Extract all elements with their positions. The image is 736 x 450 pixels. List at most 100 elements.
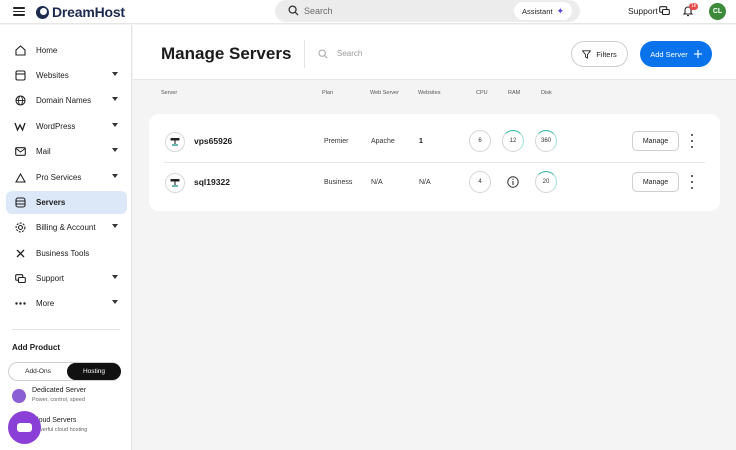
chat-icon[interactable]	[659, 6, 670, 16]
chevron-down-icon	[112, 97, 118, 101]
add-product-toggle: Add-Ons Hosting	[8, 362, 121, 381]
more-options-icon[interactable]	[690, 134, 694, 148]
server-name[interactable]: sql19322	[194, 177, 230, 187]
page-title: Manage Servers	[161, 44, 292, 63]
sidebar-item-billing-account[interactable]: Billing & Account	[6, 216, 127, 239]
sidebar-item-label: Domain Names	[36, 96, 92, 105]
sparkle-icon: ✦	[556, 5, 564, 16]
server-websites[interactable]: 1	[419, 138, 423, 145]
sidebar-divider	[12, 329, 120, 330]
column-header-cpu: CPU	[476, 90, 488, 96]
chat-icon	[14, 273, 26, 285]
more-options-icon[interactable]	[690, 175, 694, 189]
sidebar-item-label: More	[36, 299, 55, 308]
page-header: Manage Servers Search Filters Add Server	[133, 25, 736, 80]
notification-badge: 1k	[689, 3, 699, 10]
table-row: sql19322 Business N/A N/A 4 20 Manage	[149, 162, 720, 203]
manage-button[interactable]: Manage	[632, 131, 679, 151]
column-header-websites: Websites	[418, 90, 441, 96]
chat-bubble-icon	[17, 423, 32, 432]
chevron-down-icon	[112, 72, 118, 76]
sidebar-item-websites[interactable]: Websites	[6, 64, 127, 87]
add-server-button[interactable]: Add Server	[640, 41, 712, 67]
pro-services-icon	[14, 172, 26, 184]
info-icon[interactable]	[507, 176, 519, 188]
sidebar-item-servers[interactable]: Servers	[6, 191, 127, 214]
cpu-gauge: 6	[469, 130, 491, 152]
manage-button[interactable]: Manage	[632, 172, 679, 192]
add-server-label: Add Server	[650, 49, 688, 59]
hamburger-menu-icon[interactable]	[13, 7, 25, 16]
tools-icon	[14, 248, 26, 260]
support-link[interactable]: Support	[628, 6, 658, 16]
logo[interactable]: DreamHost	[36, 4, 125, 20]
product-title: Dedicated Server	[32, 387, 87, 394]
sidebar-item-label: Billing & Account	[36, 223, 96, 232]
gear-icon	[14, 222, 26, 234]
server-icon	[165, 132, 185, 152]
sidebar-item-domain-names[interactable]: Domain Names	[6, 89, 127, 112]
browser-icon	[14, 70, 26, 82]
home-icon	[14, 45, 26, 57]
server-name[interactable]: vps65926	[194, 136, 232, 146]
assistant-label: Assistant	[522, 6, 553, 16]
disk-gauge: 360	[535, 130, 557, 152]
cpu-gauge: 4	[469, 171, 491, 193]
chevron-down-icon	[112, 300, 118, 304]
sidebar-item-label: Business Tools	[36, 249, 90, 258]
chevron-down-icon	[112, 275, 118, 279]
add-product-heading: Add Product	[12, 343, 60, 352]
column-header-server: Server	[161, 90, 178, 96]
wordpress-icon	[14, 121, 26, 133]
top-bar: DreamHost Search Assistant ✦ Support 1k …	[0, 0, 736, 24]
dreamhost-logo-icon	[36, 5, 49, 19]
chevron-down-icon	[112, 174, 118, 178]
sidebar-item-label: Home	[36, 46, 58, 55]
search-icon	[288, 5, 299, 16]
plus-icon	[693, 50, 702, 58]
sidebar: Home Websites Domain Names WordPress Mai…	[0, 25, 132, 450]
ram-gauge: 12	[502, 130, 524, 152]
sidebar-item-label: Websites	[36, 71, 69, 80]
sidebar-item-pro-services[interactable]: Pro Services	[6, 166, 127, 189]
tab-hosting[interactable]: Hosting	[67, 363, 121, 380]
avatar[interactable]: CL	[709, 3, 726, 20]
sidebar-item-more[interactable]: More	[6, 292, 127, 315]
mail-icon	[14, 146, 26, 158]
sidebar-item-business-tools[interactable]: Business Tools	[6, 242, 127, 265]
server-search-input[interactable]: Search	[337, 49, 362, 58]
column-header-plan: Plan	[322, 90, 334, 96]
sidebar-item-wordpress[interactable]: WordPress	[6, 115, 127, 138]
server-websites: N/A	[419, 179, 431, 186]
product-subtitle: Power, control, speed	[32, 397, 85, 403]
filters-label: Filters	[596, 49, 617, 59]
database-icon	[14, 197, 26, 209]
global-search-input[interactable]: Search Assistant ✦	[275, 0, 580, 22]
filters-button[interactable]: Filters	[571, 41, 628, 67]
sidebar-item-support[interactable]: Support	[6, 267, 127, 290]
server-plan: Business	[324, 179, 353, 186]
global-search-placeholder: Search	[304, 6, 333, 16]
column-header-web-server: Web Server	[370, 90, 399, 96]
chevron-down-icon	[112, 224, 118, 228]
tab-add-ons[interactable]: Add-Ons	[9, 363, 67, 380]
column-header-disk: Disk	[541, 90, 552, 96]
table-row: vps65926 Premier Apache 1 6 12 360 Manag…	[149, 121, 720, 162]
sidebar-item-home[interactable]: Home	[6, 39, 127, 62]
chevron-down-icon	[112, 148, 118, 152]
sidebar-item-mail[interactable]: Mail	[6, 140, 127, 163]
servers-table: vps65926 Premier Apache 1 6 12 360 Manag…	[149, 114, 720, 211]
header-divider	[304, 40, 305, 68]
sidebar-item-label: Servers	[36, 198, 66, 207]
server-plan: Premier	[324, 138, 349, 145]
server-icon	[165, 173, 185, 193]
server-web-server: Apache	[371, 138, 395, 145]
more-icon	[14, 298, 26, 310]
sidebar-item-label: Pro Services	[36, 173, 82, 182]
logo-text: DreamHost	[52, 4, 125, 20]
product-dedicated-server[interactable]: Dedicated Server Power, control, speed	[12, 387, 122, 409]
assistant-button[interactable]: Assistant ✦	[514, 2, 572, 20]
server-web-server: N/A	[371, 179, 383, 186]
chat-fab-button[interactable]	[8, 411, 41, 444]
sidebar-item-label: WordPress	[36, 122, 76, 131]
